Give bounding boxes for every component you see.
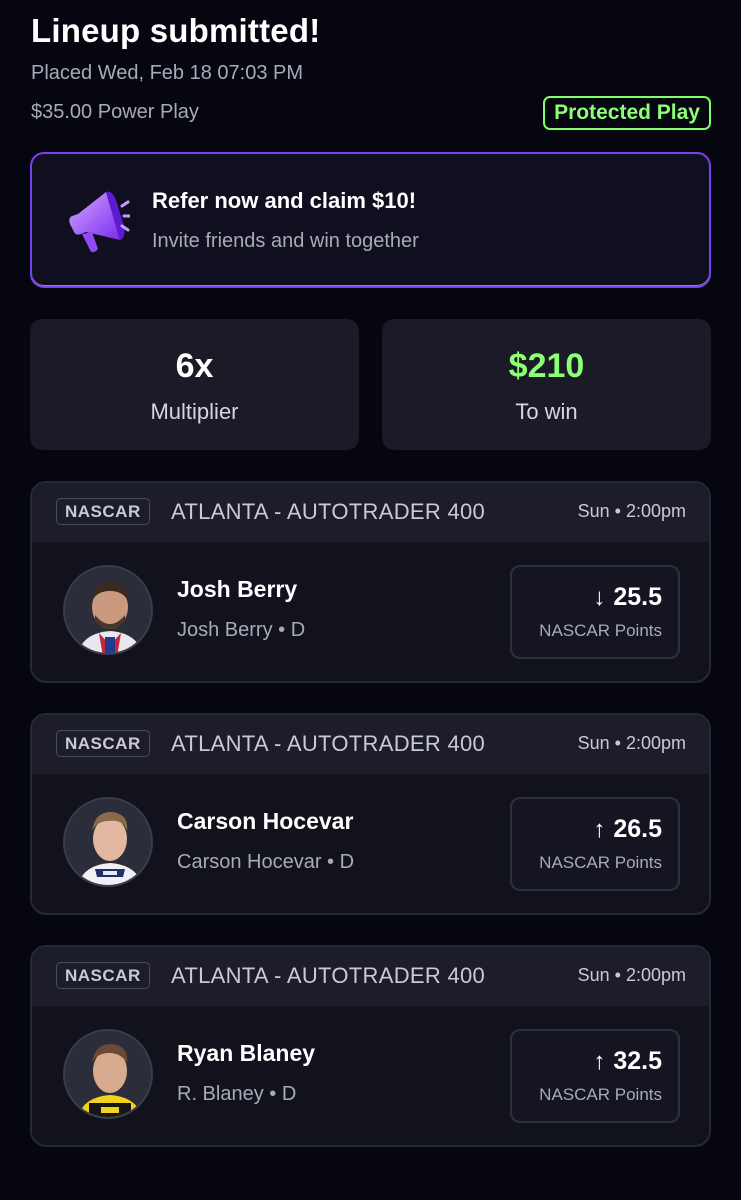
pick-card[interactable]: NASCAR ATLANTA - AUTOTRADER 400 Sun • 2:… <box>30 481 711 683</box>
driver-photo <box>65 567 151 653</box>
player-subtitle: Josh Berry • D <box>177 619 306 641</box>
event-name: ATLANTA - AUTOTRADER 400 <box>171 499 486 524</box>
lineup-confirmation-screen: Lineup submitted! Placed Wed, Feb 18 07:… <box>0 0 741 1200</box>
entry-amount: $35.00 Power Play <box>31 101 199 123</box>
pick-header: NASCAR ATLANTA - AUTOTRADER 400 Sun • 2:… <box>32 483 709 542</box>
player-name: Carson Hocevar <box>177 808 354 834</box>
projection-box[interactable]: ↑ 26.5 NASCAR Points <box>510 797 680 891</box>
placed-timestamp: Placed Wed, Feb 18 07:03 PM <box>31 62 304 84</box>
driver-photo <box>65 799 151 885</box>
arrow-down-icon: ↓ <box>593 583 606 611</box>
pick-header: NASCAR ATLANTA - AUTOTRADER 400 Sun • 2:… <box>32 947 709 1006</box>
event-time: Sun • 2:00pm <box>577 733 686 753</box>
player-subtitle: R. Blaney • D <box>177 1083 297 1105</box>
stat-label: NASCAR Points <box>539 1085 662 1104</box>
multiplier-label: Multiplier <box>150 399 239 424</box>
to-win-card: $210 To win <box>382 319 711 450</box>
player-avatar <box>63 565 153 655</box>
projection-box[interactable]: ↑ 32.5 NASCAR Points <box>510 1029 680 1123</box>
arrow-up-icon: ↑ <box>593 815 606 843</box>
projection-value: 25.5 <box>613 583 662 611</box>
event-name: ATLANTA - AUTOTRADER 400 <box>171 963 486 988</box>
projection-value-row: ↑ 26.5 <box>593 815 662 844</box>
stat-label: NASCAR Points <box>539 621 662 640</box>
page-title: Lineup submitted! <box>31 12 321 49</box>
arrow-up-icon: ↑ <box>593 1047 606 1075</box>
player-subtitle: Carson Hocevar • D <box>177 851 355 873</box>
refer-title: Refer now and claim $10! <box>152 188 417 213</box>
projection-box[interactable]: ↓ 25.5 NASCAR Points <box>510 565 680 659</box>
refer-subtitle: Invite friends and win together <box>152 230 419 252</box>
multiplier-value: 6x <box>175 347 214 385</box>
multiplier-card: 6x Multiplier <box>30 319 359 450</box>
projection-value-row: ↑ 32.5 <box>593 1047 662 1076</box>
player-name: Ryan Blaney <box>177 1040 316 1066</box>
projection-value: 26.5 <box>613 815 662 843</box>
projection-value: 32.5 <box>613 1047 662 1075</box>
player-avatar <box>63 1029 153 1119</box>
event-time: Sun • 2:00pm <box>577 965 686 985</box>
protected-play-badge[interactable]: Protected Play <box>543 96 711 130</box>
pick-card[interactable]: NASCAR ATLANTA - AUTOTRADER 400 Sun • 2:… <box>30 945 711 1147</box>
to-win-value: $210 <box>508 347 585 385</box>
pick-card[interactable]: NASCAR ATLANTA - AUTOTRADER 400 Sun • 2:… <box>30 713 711 915</box>
megaphone-icon <box>69 191 130 253</box>
event-time: Sun • 2:00pm <box>577 501 686 521</box>
league-badge: NASCAR <box>56 962 150 989</box>
pick-header: NASCAR ATLANTA - AUTOTRADER 400 Sun • 2:… <box>32 715 709 774</box>
player-name: Josh Berry <box>177 576 298 602</box>
player-avatar <box>63 797 153 887</box>
stat-label: NASCAR Points <box>539 853 662 872</box>
refer-banner[interactable]: Refer now and claim $10! Invite friends … <box>30 152 711 288</box>
driver-photo <box>65 1031 151 1117</box>
event-name: ATLANTA - AUTOTRADER 400 <box>171 731 486 756</box>
projection-value-row: ↓ 25.5 <box>593 583 662 612</box>
league-badge: NASCAR <box>56 730 150 757</box>
to-win-label: To win <box>515 399 578 424</box>
league-badge: NASCAR <box>56 498 150 525</box>
